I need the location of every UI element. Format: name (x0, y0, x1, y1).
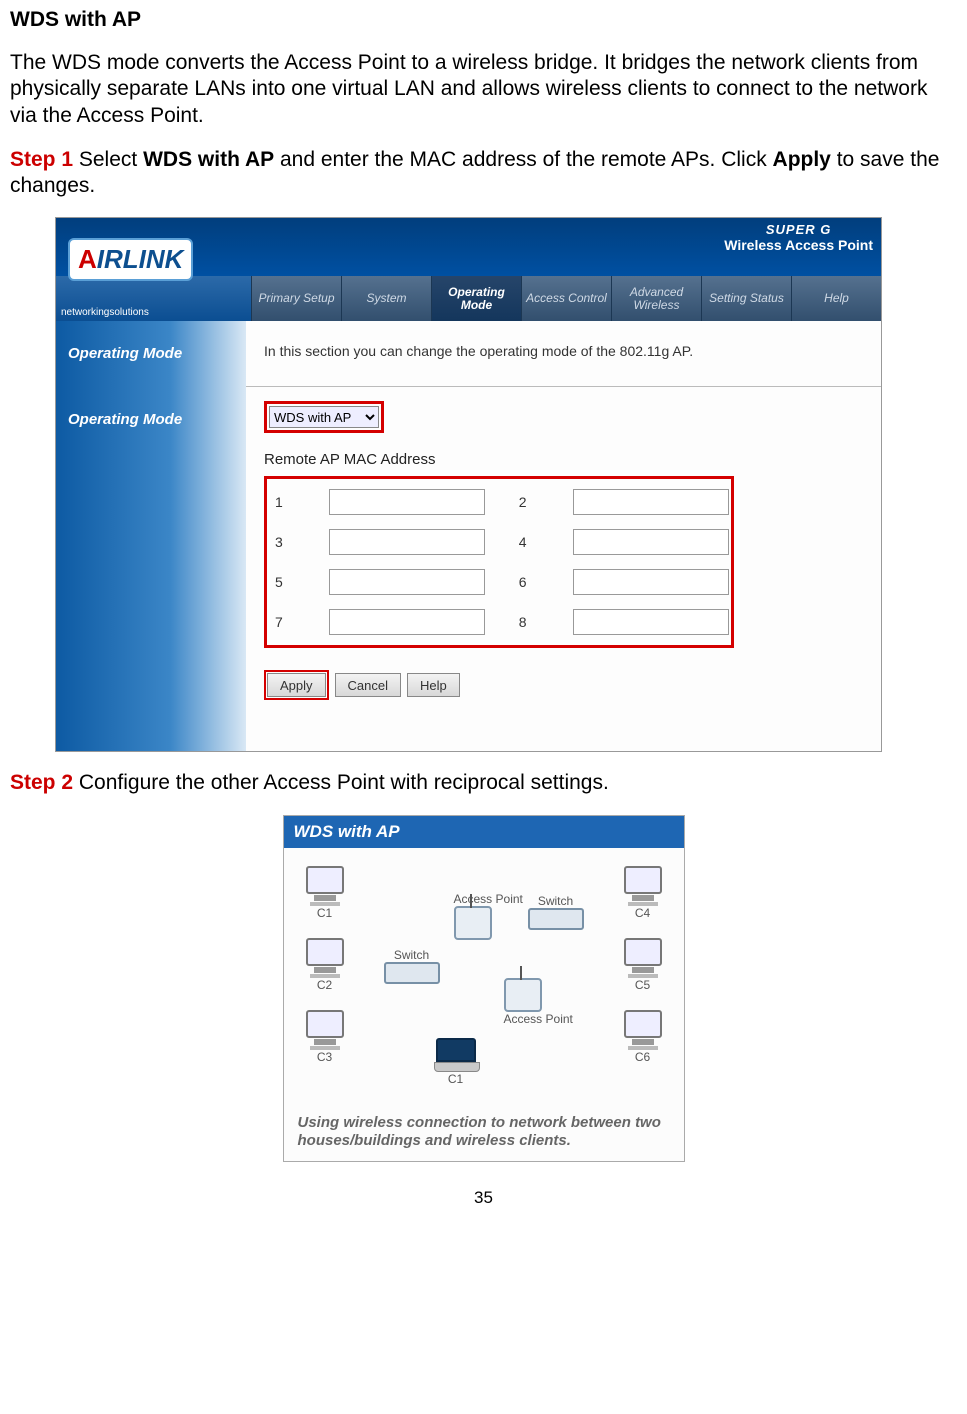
tab-setting-status[interactable]: Setting Status (701, 276, 791, 321)
diagram-screenshot: WDS with AP C1 C2 C3 C4 C5 (283, 815, 685, 1163)
brand-line2: Wireless Access Point (724, 237, 873, 253)
tab-operating-mode[interactable]: Operating Mode (431, 276, 521, 321)
diagram-canvas: C1 C2 C3 C4 C5 C6 (284, 848, 684, 1108)
mac-label-2: 2 (519, 494, 533, 510)
mac-input-2[interactable] (573, 489, 729, 515)
brand-badge: SUPER G Wireless Access Point (724, 222, 873, 253)
brand-line1: SUPER G (724, 222, 873, 237)
intro-paragraph: The WDS mode converts the Access Point t… (10, 50, 957, 129)
mac-label-4: 4 (519, 534, 533, 550)
step1-text-a: Select (73, 148, 143, 171)
logo-cell: AIRLINK networkingsolutions (56, 276, 251, 321)
step1-paragraph: Step 1 Select WDS with AP and enter the … (10, 147, 957, 200)
mac-grid: 1 2 3 4 5 6 7 8 (275, 489, 723, 635)
airlink-logo: AIRLINK (68, 238, 193, 281)
mac-grid-highlight: 1 2 3 4 5 6 7 8 (264, 476, 734, 648)
section1-label: Operating Mode (56, 321, 246, 386)
step1-bold2: Apply (773, 148, 831, 171)
label-switch-right: Switch (528, 894, 584, 908)
diagram-caption: Using wireless connection to network bet… (284, 1108, 684, 1152)
ap-top: Access Point (454, 892, 523, 940)
tab-help[interactable]: Help (791, 276, 881, 321)
mode-select-highlight: WDS with AP (264, 401, 384, 433)
apply-highlight: Apply (264, 670, 329, 700)
router-screenshot: SUPER G Wireless Access Point AIRLINK ne… (55, 217, 882, 752)
section-row-1: Operating Mode In this section you can c… (246, 321, 881, 387)
mac-input-1[interactable] (329, 489, 485, 515)
cancel-button[interactable]: Cancel (335, 673, 401, 697)
tab-primary-setup[interactable]: Primary Setup (251, 276, 341, 321)
pc-c1: C1 (304, 866, 346, 920)
tab-advanced-wireless[interactable]: Advanced Wireless (611, 276, 701, 321)
label-c2: C2 (304, 978, 346, 992)
pc-c6: C6 (622, 1010, 664, 1064)
diagram-title: WDS with AP (284, 816, 684, 848)
remote-ap-heading: Remote AP MAC Address (264, 451, 863, 468)
mac-label-6: 6 (519, 574, 533, 590)
step1-bold1: WDS with AP (143, 148, 274, 171)
button-row: Apply Cancel Help (264, 670, 863, 700)
operating-mode-select[interactable]: WDS with AP (269, 406, 379, 428)
router-nav: AIRLINK networkingsolutions Primary Setu… (56, 276, 881, 321)
label-ap-top: Access Point (454, 892, 523, 906)
tab-system[interactable]: System (341, 276, 431, 321)
label-c1: C1 (304, 906, 346, 920)
switch-right: Switch (528, 894, 584, 930)
label-c5: C5 (622, 978, 664, 992)
section-row-2: Operating Mode WDS with AP Remote AP MAC… (246, 387, 881, 720)
pc-c4: C4 (622, 866, 664, 920)
step2-paragraph: Step 2 Configure the other Access Point … (10, 770, 957, 796)
laptop-c1: C1 (434, 1038, 478, 1086)
page-number: 35 (10, 1188, 957, 1208)
mac-input-8[interactable] (573, 609, 729, 635)
step1-label: Step 1 (10, 148, 73, 171)
router-content: Operating Mode In this section you can c… (246, 321, 881, 751)
label-ap-bottom: Access Point (504, 1012, 573, 1026)
apply-button[interactable]: Apply (267, 673, 326, 697)
mac-label-8: 8 (519, 614, 533, 630)
label-c4: C4 (622, 906, 664, 920)
mac-label-3: 3 (275, 534, 289, 550)
help-button[interactable]: Help (407, 673, 460, 697)
section1-body: In this section you can change the opera… (246, 321, 881, 386)
mac-label-5: 5 (275, 574, 289, 590)
ap-bottom: Access Point (504, 978, 573, 1026)
step2-label: Step 2 (10, 771, 73, 794)
router-body: Operating Mode In this section you can c… (56, 321, 881, 751)
pc-c2: C2 (304, 938, 346, 992)
logo-rest: IRLINK (97, 244, 184, 274)
tab-access-control[interactable]: Access Control (521, 276, 611, 321)
step1-text-b: and enter the MAC address of the remote … (274, 148, 772, 171)
logo-subtext: networkingsolutions (61, 307, 149, 318)
label-c6: C6 (622, 1050, 664, 1064)
switch-left: Switch (384, 948, 440, 984)
pc-c5: C5 (622, 938, 664, 992)
mac-input-3[interactable] (329, 529, 485, 555)
nav-tabs: Primary Setup System Operating Mode Acce… (251, 276, 881, 321)
mac-input-6[interactable] (573, 569, 729, 595)
mac-label-1: 1 (275, 494, 289, 510)
step2-text: Configure the other Access Point with re… (73, 771, 609, 794)
mac-label-7: 7 (275, 614, 289, 630)
section2-body: WDS with AP Remote AP MAC Address 1 2 3 … (246, 387, 881, 720)
section2-label: Operating Mode (56, 387, 246, 720)
mac-input-4[interactable] (573, 529, 729, 555)
pc-c3: C3 (304, 1010, 346, 1064)
section-heading: WDS with AP (10, 8, 957, 32)
label-c3: C3 (304, 1050, 346, 1064)
mac-input-7[interactable] (329, 609, 485, 635)
logo-letter-a: A (78, 244, 97, 274)
label-switch-left: Switch (384, 948, 440, 962)
mac-input-5[interactable] (329, 569, 485, 595)
label-c1-laptop: C1 (434, 1072, 478, 1086)
